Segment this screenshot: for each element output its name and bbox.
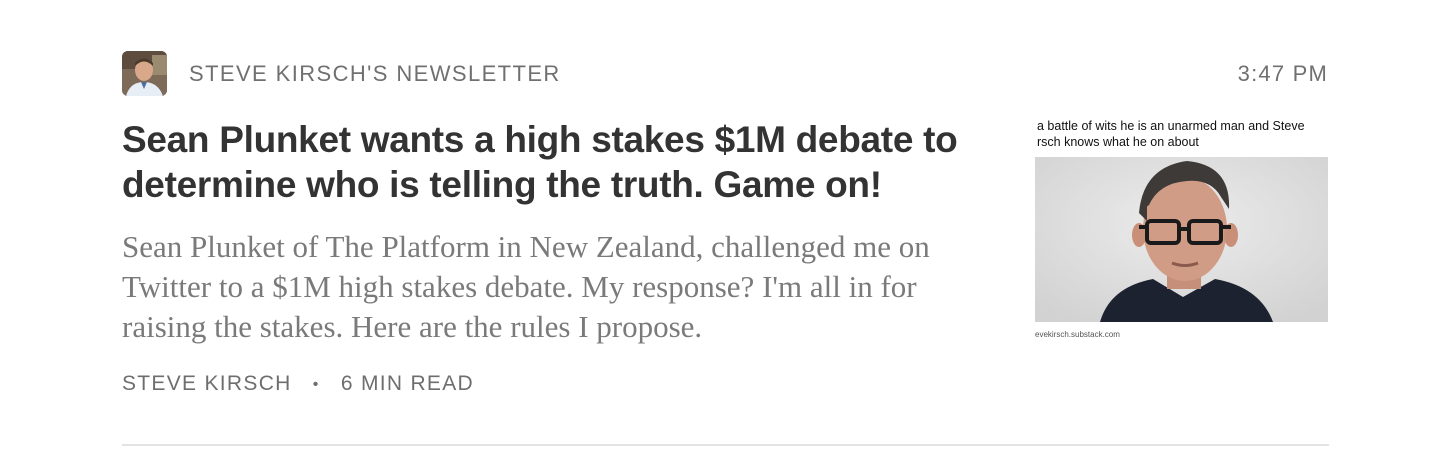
thumbnail-caption: a battle of wits he is an unarmed man an… — [1037, 119, 1305, 149]
card-divider — [122, 444, 1329, 446]
publication-header: STEVE KIRSCH'S NEWSLETTER 3:47 PM — [122, 51, 1328, 96]
post-subtitle[interactable]: Sean Plunket of The Platform in New Zeal… — [122, 227, 997, 347]
read-time: 6 MIN READ — [340, 372, 475, 395]
publication-name[interactable]: STEVE KIRSCH'S NEWSLETTER — [189, 61, 561, 87]
thumbnail-photo — [1035, 157, 1328, 322]
thumbnail-source: evekirsch.substack.com — [1035, 330, 1120, 339]
meta-separator: • — [312, 376, 320, 393]
newsletter-post-card[interactable]: STEVE KIRSCH'S NEWSLETTER 3:47 PM Sean P… — [0, 0, 1456, 451]
man-with-glasses-photo-icon — [1035, 157, 1328, 322]
post-thumbnail[interactable]: a battle of wits he is an unarmed man an… — [1035, 114, 1328, 344]
publication-avatar[interactable] — [122, 51, 167, 96]
post-meta: STEVE KIRSCH • 6 MIN READ — [122, 370, 474, 399]
post-title[interactable]: Sean Plunket wants a high stakes $1M deb… — [122, 117, 1002, 207]
avatar-portrait-icon — [122, 51, 167, 96]
post-timestamp: 3:47 PM — [1237, 61, 1328, 86]
post-author[interactable]: STEVE KIRSCH — [122, 372, 292, 395]
